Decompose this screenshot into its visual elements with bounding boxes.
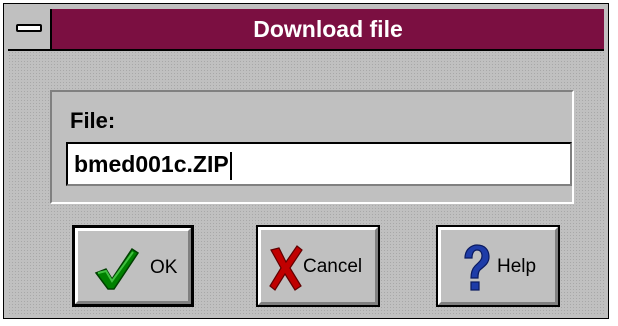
help-button-face: Help xyxy=(438,227,558,305)
question-mark-icon xyxy=(464,244,490,291)
window-title: Download file xyxy=(253,16,403,42)
text-caret xyxy=(229,151,232,180)
window-frame: Download file File: bmed001c.ZIP OK Canc… xyxy=(4,4,608,318)
system-menu-button[interactable] xyxy=(8,9,52,49)
dialog-body: File: bmed001c.ZIP OK Cancel Help xyxy=(8,51,604,314)
file-group: File: bmed001c.ZIP xyxy=(50,90,574,204)
ok-button[interactable]: OK xyxy=(72,225,194,307)
file-label: File: xyxy=(70,108,116,133)
checkmark-icon xyxy=(94,247,140,290)
download-file-dialog: Download file File: bmed001c.ZIP OK Canc… xyxy=(3,3,609,319)
file-name-value: bmed001c.ZIP xyxy=(74,151,229,177)
cancel-button-label: Cancel xyxy=(303,256,363,277)
help-button-label: Help xyxy=(497,256,537,277)
cancel-button[interactable]: Cancel xyxy=(256,225,380,307)
x-mark-icon xyxy=(269,245,303,291)
cancel-button-face: Cancel xyxy=(258,227,378,305)
ok-button-face: OK xyxy=(75,228,191,304)
system-menu-icon xyxy=(16,24,42,32)
ok-button-label: OK xyxy=(150,257,178,278)
file-name-input[interactable]: bmed001c.ZIP xyxy=(66,142,572,186)
help-button[interactable]: Help xyxy=(436,225,560,307)
title-bar[interactable]: Download file xyxy=(8,9,604,51)
